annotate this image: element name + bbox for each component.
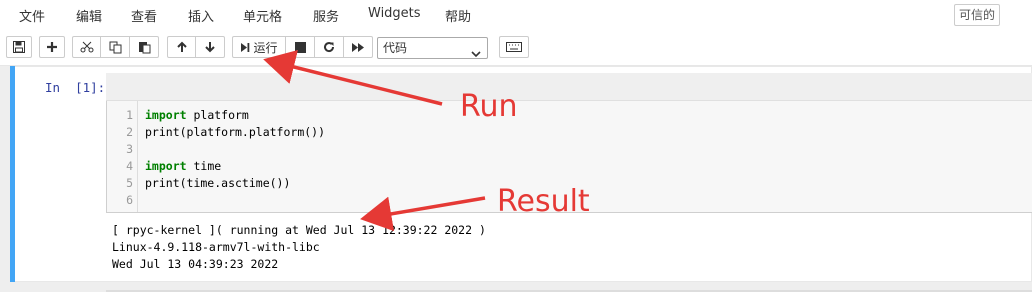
step-forward-icon	[240, 42, 250, 53]
menu-view[interactable]: 查看	[131, 6, 157, 25]
move-up-button[interactable]	[167, 36, 196, 58]
run-annotation: Run	[460, 89, 518, 124]
code-keyword: import	[145, 159, 187, 173]
code-text: time	[186, 159, 222, 173]
code-line[interactable]: import platform	[145, 107, 249, 124]
line-number: 5	[126, 176, 133, 190]
arrow-up-icon	[176, 41, 188, 53]
code-text: print(platform.platform())	[145, 125, 326, 139]
refresh-icon	[323, 41, 335, 53]
output-line: Linux-4.9.118-armv7l-with-libc	[112, 240, 320, 254]
code-keyword: import	[145, 108, 187, 122]
code-text: print(time.asctime())	[145, 176, 291, 190]
code-line[interactable]: print(time.asctime())	[145, 175, 290, 192]
save-icon	[13, 41, 25, 53]
arrow-down-icon	[204, 41, 216, 53]
menu-edit[interactable]: 编辑	[76, 6, 102, 25]
line-number: 1	[126, 108, 133, 122]
paste-button[interactable]	[130, 36, 159, 58]
cell-type-value: 代码	[383, 41, 408, 55]
menu-help[interactable]: 帮助	[445, 6, 471, 25]
command-palette-button[interactable]	[499, 36, 529, 58]
editor-toolbar	[106, 73, 1032, 101]
output-line: Wed Jul 13 04:39:23 2022	[112, 257, 279, 271]
menu-widgets[interactable]: Widgets	[368, 6, 421, 21]
cut-button[interactable]	[72, 36, 101, 58]
code-line[interactable]: import time	[145, 158, 221, 175]
run-label: 运行	[253, 40, 278, 55]
fast-forward-icon	[351, 42, 365, 53]
scissors-icon	[80, 41, 94, 53]
menu-insert[interactable]: 插入	[188, 6, 214, 25]
copy-button[interactable]	[101, 36, 130, 58]
restart-button[interactable]	[315, 36, 344, 58]
restart-run-all-button[interactable]	[344, 36, 373, 58]
code-text: platform	[186, 108, 249, 122]
copy-icon	[109, 41, 122, 54]
line-number: 3	[126, 142, 133, 156]
line-number: 6	[126, 193, 133, 207]
insert-cell-button[interactable]	[39, 36, 65, 58]
stop-icon	[294, 41, 306, 53]
input-prompt: In [1]:	[45, 80, 106, 95]
menu-kernel[interactable]: 服务	[313, 6, 339, 25]
output-line: [ rpyc-kernel ]( running at Wed Jul 13 1…	[112, 223, 486, 237]
run-button[interactable]: 运行	[232, 36, 286, 58]
toolbar: 运行	[0, 33, 1032, 63]
chevron-down-icon	[471, 44, 481, 64]
trusted-indicator[interactable]: 可信的	[954, 4, 1000, 26]
result-annotation: Result	[497, 184, 590, 219]
keyboard-icon	[506, 42, 522, 52]
line-number: 2	[126, 125, 133, 139]
menubar: 文件 编辑 查看 插入 单元格 服务 Widgets 帮助 可信的	[0, 0, 1032, 31]
move-down-button[interactable]	[196, 36, 225, 58]
menu-file[interactable]: 文件	[19, 6, 45, 25]
interrupt-button[interactable]	[286, 36, 315, 58]
cell-type-select[interactable]: 代码	[377, 37, 488, 59]
menu-cell[interactable]: 单元格	[243, 6, 282, 25]
cell-selection-bar	[10, 66, 15, 282]
save-button[interactable]	[6, 36, 32, 58]
line-number: 4	[126, 159, 133, 173]
paste-icon	[138, 41, 151, 54]
plus-icon	[46, 41, 58, 53]
code-line[interactable]: print(platform.platform())	[145, 124, 325, 141]
